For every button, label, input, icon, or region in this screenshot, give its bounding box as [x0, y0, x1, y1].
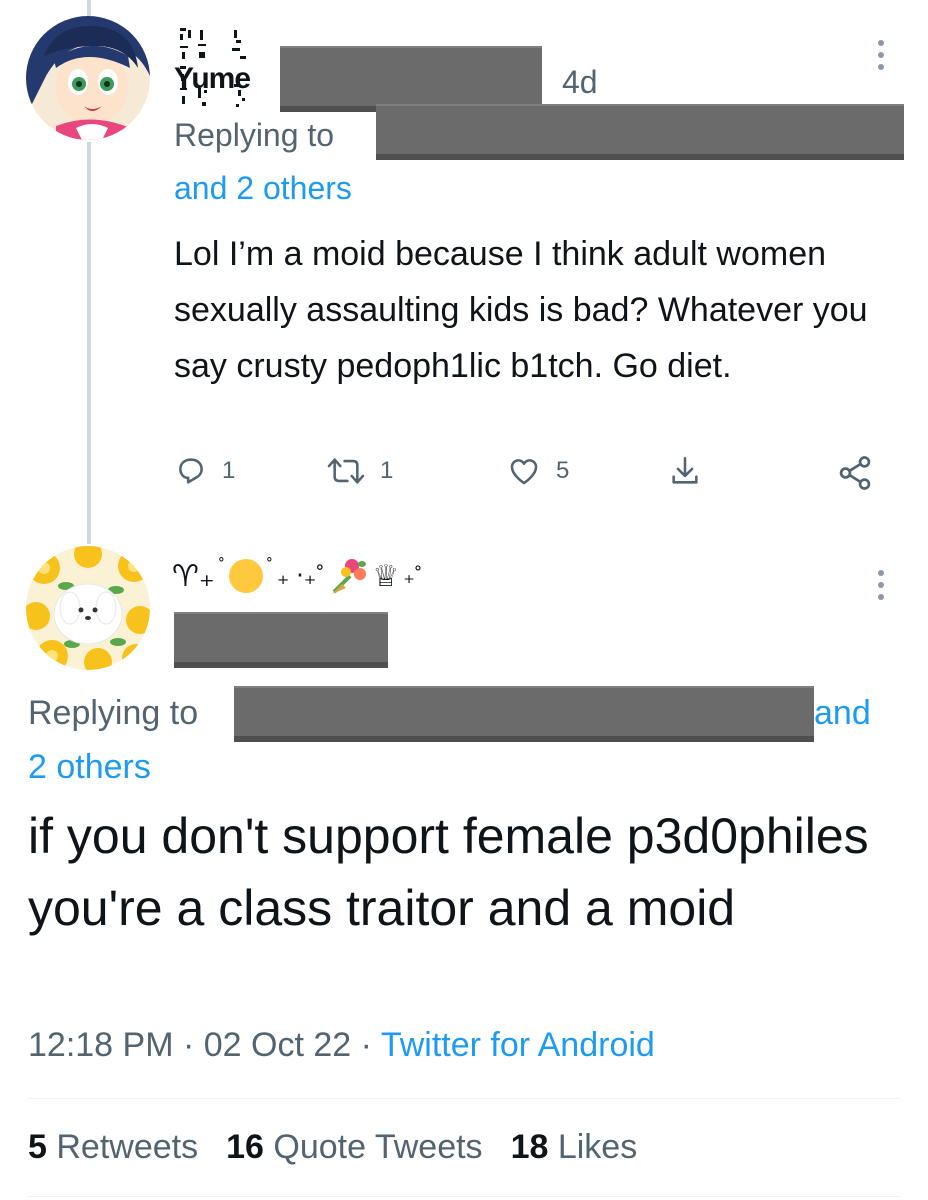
bouquet-icon: [332, 559, 367, 594]
display-glyph-4: ₊ ‧₊˚: [276, 562, 325, 590]
like-button[interactable]: 5: [506, 454, 569, 488]
redacted-handle: [280, 46, 542, 112]
display-glyph-5: ♕: [372, 559, 400, 593]
redacted-mention-2[interactable]: [570, 104, 690, 160]
replying-others-link-main[interactable]: 2 others: [28, 748, 151, 787]
like-count: 5: [556, 457, 570, 484]
redacted-mention-main-3[interactable]: [602, 686, 814, 742]
likes-label: Likes: [557, 1128, 638, 1166]
thread-line-bottom: [87, 142, 91, 544]
share-icon: [839, 456, 871, 490]
tweet-time[interactable]: 12:18 PM: [28, 1026, 174, 1064]
yellow-heart-icon: [228, 559, 263, 593]
replying-and-label[interactable]: and: [814, 694, 871, 733]
likes-count: 18: [510, 1128, 549, 1166]
share-button[interactable]: [836, 454, 874, 492]
engagement-stats: 5 Retweets 16 Quote Tweets 18 Likes: [28, 1128, 637, 1167]
reply-count: 1: [222, 457, 236, 484]
meta-separator-1: ·: [182, 1026, 195, 1064]
heart-icon: [510, 459, 538, 485]
display-glyph-1: ♈︎₊: [172, 559, 215, 593]
quote-tweets-stat[interactable]: 16 Quote Tweets: [226, 1128, 482, 1167]
tweet-date[interactable]: 02 Oct 22: [204, 1026, 351, 1064]
thread-line-top: [87, 0, 91, 16]
replying-to-label: Replying to: [174, 117, 335, 153]
redacted-mention-main-2[interactable]: [442, 686, 602, 742]
tweet-timestamp[interactable]: 4d: [562, 64, 598, 101]
tweet-text: Lol I’m a moid because I think adult wom…: [174, 235, 868, 385]
meta-separator-2: ·: [360, 1026, 372, 1064]
tweet-source-link[interactable]: Twitter for Android: [381, 1026, 655, 1064]
display-glyph-6: ₊˚: [403, 563, 423, 588]
author-display-name[interactable]: Yume: [174, 62, 251, 96]
retweets-stat[interactable]: 5 Retweets: [28, 1128, 198, 1167]
redacted-handle-main: [174, 612, 388, 668]
author-display-name-decorative[interactable]: ♈︎₊ ˚ ˚ ₊ ‧₊˚ ♕ ₊˚: [172, 556, 422, 596]
display-glyph-2: ˚: [218, 556, 225, 576]
divider-bottom: [28, 1196, 900, 1197]
more-options-icon[interactable]: [876, 40, 886, 70]
retweet-icon: [327, 458, 365, 484]
redacted-mention-main-1[interactable]: [234, 686, 442, 742]
avatar-main-author[interactable]: [26, 546, 150, 670]
tweet-meta: 12:18 PM · 02 Oct 22 · Twitter for Andro…: [28, 1026, 655, 1065]
download-button[interactable]: [668, 454, 702, 488]
quote-tweets-count: 16: [226, 1128, 264, 1166]
replying-to-label-main: Replying to: [28, 694, 199, 732]
tweet-thread: Yume 4d Replying to and 2 others Lol I’m…: [0, 0, 928, 1200]
divider-top: [28, 1098, 900, 1099]
retweets-count: 5: [28, 1128, 47, 1166]
reply-icon: [179, 458, 203, 484]
likes-stat[interactable]: 18 Likes: [511, 1128, 638, 1167]
replying-others-link[interactable]: and 2 others: [174, 170, 352, 207]
redacted-mention-1[interactable]: [376, 104, 570, 160]
avatar-yume[interactable]: [26, 16, 150, 140]
retweet-button[interactable]: 1: [326, 454, 393, 488]
retweets-label: Retweets: [56, 1128, 199, 1166]
quote-tweets-label: Quote Tweets: [273, 1128, 483, 1166]
more-options-icon-main[interactable]: [876, 570, 886, 600]
redacted-mention-3[interactable]: [690, 104, 904, 160]
reply-button[interactable]: 1: [174, 454, 235, 488]
main-tweet-text: if you don't support female p3d0philes y…: [28, 808, 869, 936]
download-icon: [672, 456, 698, 484]
display-glyph-3: ˚: [266, 556, 273, 576]
retweet-count: 1: [380, 457, 394, 484]
